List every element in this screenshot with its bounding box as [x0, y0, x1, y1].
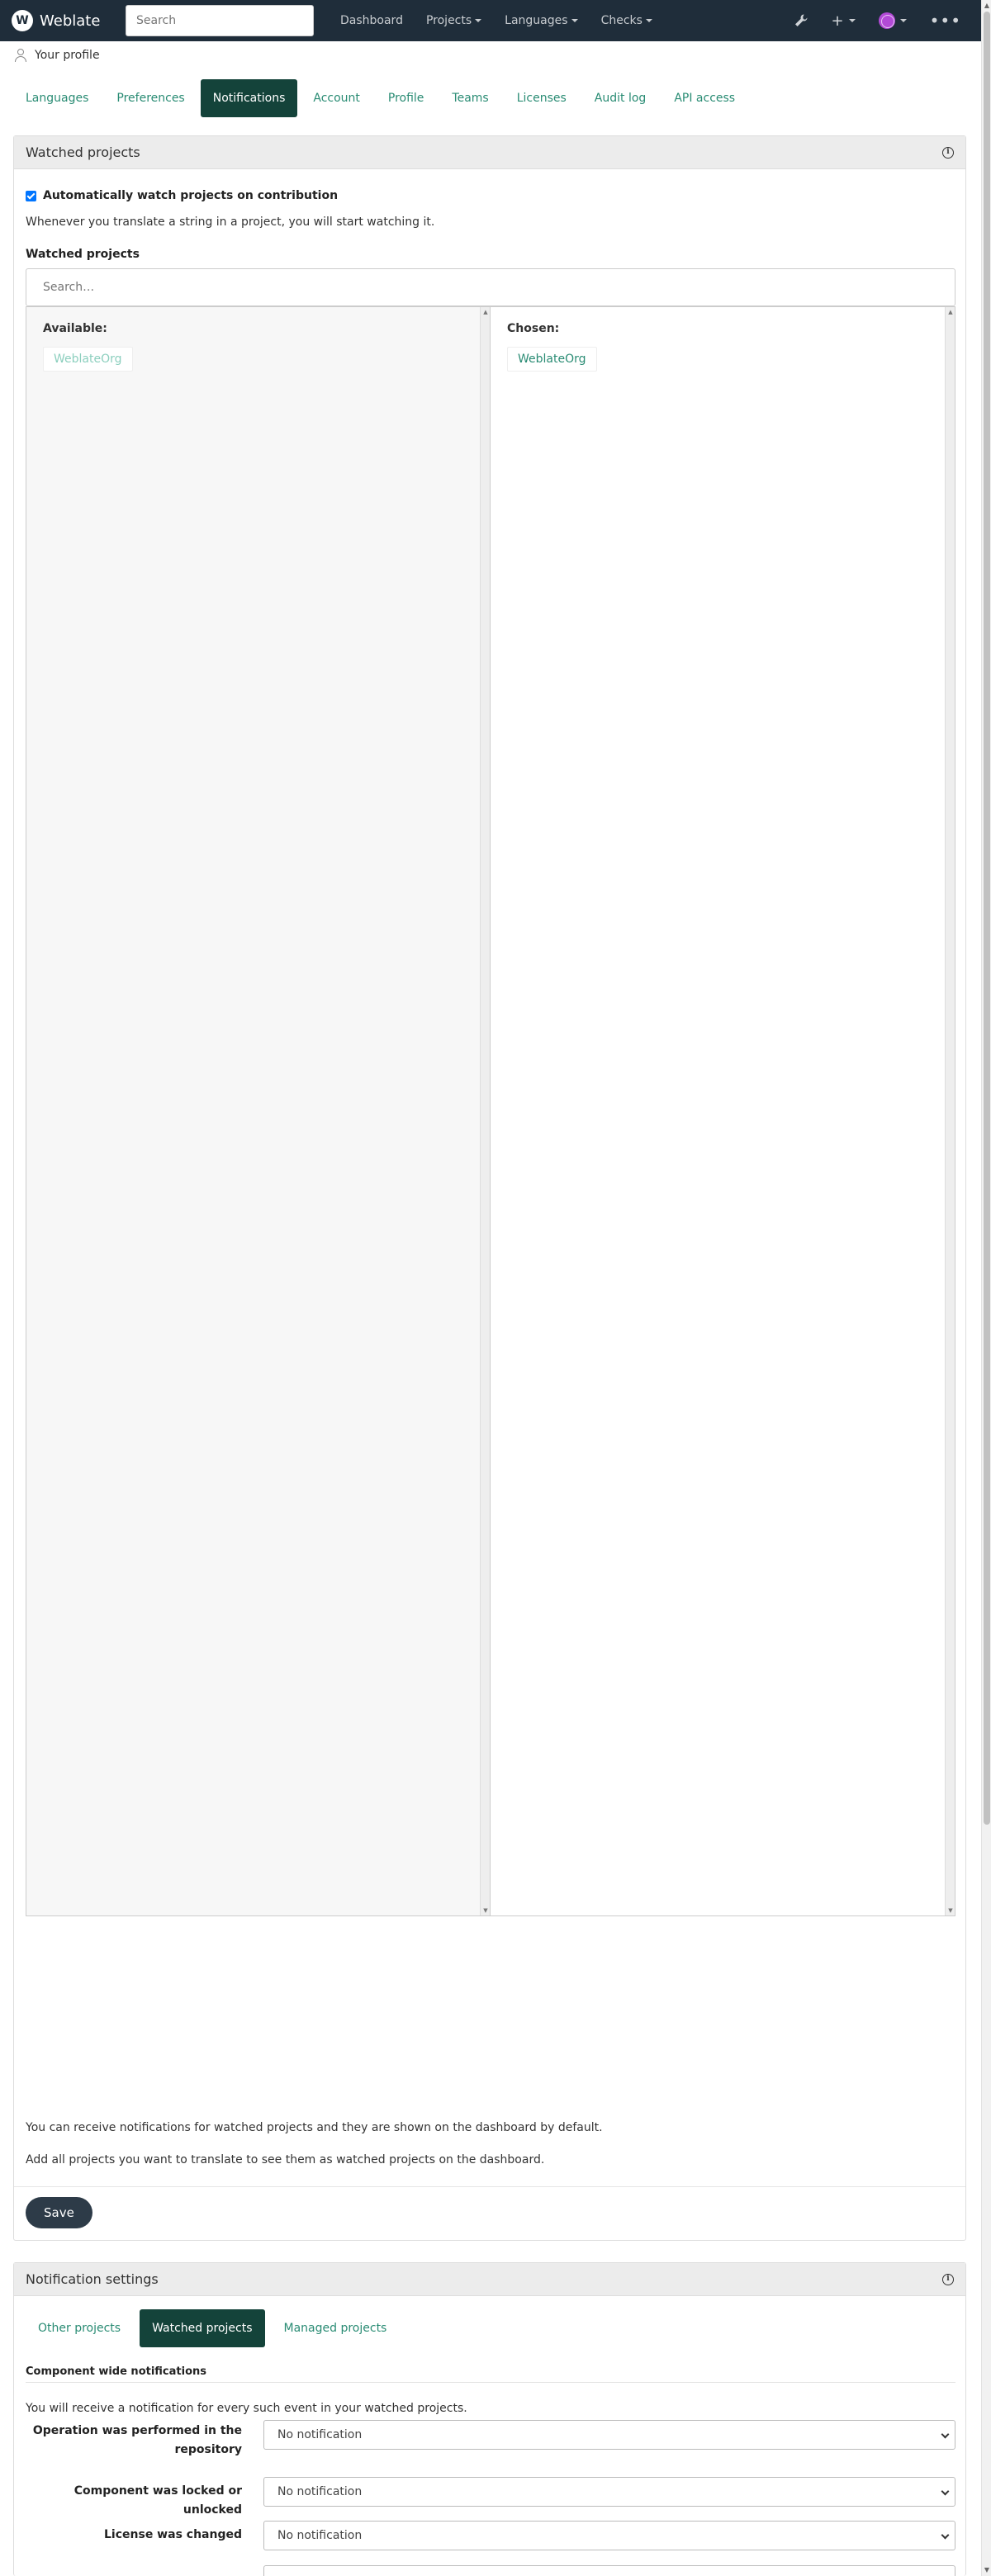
- panel-footer-divider: [14, 2186, 965, 2187]
- info-icon[interactable]: i: [942, 2274, 954, 2285]
- brand[interactable]: W Weblate: [12, 10, 119, 31]
- nav-link-checks[interactable]: Checks: [601, 14, 652, 27]
- tab-audit-log[interactable]: Audit log: [582, 79, 659, 117]
- form-label: Component was locked or unlocked: [73, 2484, 242, 2517]
- page-scrollbar[interactable]: ▲ ▼: [981, 0, 991, 2576]
- section-title: Component wide notifications: [26, 2365, 207, 2378]
- notification-scope-tabs: Other projects Watched projects Managed …: [26, 2309, 405, 2347]
- select-value: No notification: [277, 2428, 363, 2441]
- watched-help-2: Add all projects you want to translate t…: [26, 2153, 545, 2166]
- notification-settings-panel: Notification settings i Other projects W…: [13, 2262, 966, 2576]
- globe-avatar-icon: [878, 12, 895, 29]
- top-navbar: W Weblate Dashboard Projects Languages C…: [0, 0, 981, 41]
- nav-search-field[interactable]: [126, 5, 314, 36]
- available-list[interactable]: Available: WeblateOrg ▲ ▼: [26, 307, 491, 1915]
- dual-list-selector: Available: WeblateOrg ▲ ▼ Chosen: Weblat…: [26, 306, 955, 1916]
- caret-down-icon: [848, 19, 856, 22]
- nav-search-input[interactable]: [136, 14, 303, 27]
- nav-link-label: Dashboard: [340, 14, 403, 27]
- nav-link-languages[interactable]: Languages: [505, 14, 578, 27]
- nav-link-label: Languages: [505, 14, 568, 27]
- nav-link-projects[interactable]: Projects: [425, 14, 482, 27]
- scrollbar-thumb[interactable]: [984, 12, 990, 1825]
- tab-licenses[interactable]: Licenses: [505, 79, 579, 117]
- caret-down-icon: [645, 19, 652, 22]
- project-search-input[interactable]: [43, 281, 938, 294]
- chosen-list[interactable]: Chosen: WeblateOrg ▲ ▼: [491, 307, 955, 1915]
- auto-watch-checkbox[interactable]: [26, 190, 36, 201]
- nav-right: + •••: [782, 0, 981, 41]
- tab-preferences[interactable]: Preferences: [104, 79, 197, 117]
- info-icon[interactable]: i: [942, 147, 954, 159]
- save-button[interactable]: Save: [26, 2197, 92, 2228]
- tab-watched-projects[interactable]: Watched projects: [140, 2309, 265, 2347]
- section-divider: [26, 2382, 955, 2383]
- panel-heading: Notification settings i: [14, 2263, 965, 2296]
- panel-title: Watched projects: [26, 144, 140, 160]
- caret-down-icon: [899, 19, 907, 22]
- tab-teams[interactable]: Teams: [439, 79, 500, 117]
- panel-title: Notification settings: [26, 2271, 159, 2287]
- chosen-label: Chosen:: [507, 322, 560, 335]
- breadcrumb: Your profile: [13, 48, 100, 63]
- more-options-icon[interactable]: •••: [930, 11, 961, 31]
- tab-notifications[interactable]: Notifications: [200, 79, 298, 117]
- tab-account[interactable]: Account: [301, 79, 372, 117]
- tab-profile[interactable]: Profile: [376, 79, 437, 117]
- nav-links: Dashboard Projects Languages Checks: [329, 14, 664, 27]
- watched-projects-panel: Watched projects i Automatically watch p…: [13, 135, 966, 2241]
- scroll-up-arrow-icon[interactable]: ▲: [982, 1, 991, 11]
- tab-languages[interactable]: Languages: [13, 79, 101, 117]
- select-value: No notification: [277, 2529, 363, 2542]
- tab-managed-projects[interactable]: Managed projects: [272, 2309, 400, 2347]
- nav-link-dashboard[interactable]: Dashboard: [340, 14, 403, 27]
- available-label: Available:: [43, 322, 107, 335]
- notification-select[interactable]: [263, 2565, 955, 2576]
- chosen-item[interactable]: WeblateOrg: [507, 347, 597, 372]
- project-search-field[interactable]: [26, 268, 955, 306]
- nav-link-label: Checks: [600, 14, 642, 27]
- auto-watch-row: Automatically watch projects on contribu…: [26, 189, 338, 202]
- wrench-icon[interactable]: [794, 13, 808, 28]
- scroll-down-arrow-icon[interactable]: ▼: [481, 1907, 491, 1914]
- form-label: Operation was performed in the repositor…: [32, 2424, 242, 2456]
- notification-select[interactable]: No notification: [263, 2521, 955, 2550]
- watched-help-1: You can receive notifications for watche…: [26, 2121, 603, 2134]
- chevron-down-icon: [941, 2531, 950, 2540]
- nav-link-label: Projects: [425, 14, 472, 27]
- profile-tabs: Languages Preferences Notifications Acco…: [13, 79, 751, 117]
- section-help: You will receive a notification for ever…: [26, 2402, 467, 2415]
- breadcrumb-label[interactable]: Your profile: [35, 49, 100, 62]
- caret-down-icon: [475, 19, 482, 22]
- auto-watch-label[interactable]: Automatically watch projects on contribu…: [43, 189, 338, 202]
- add-menu-icon[interactable]: +: [832, 12, 856, 30]
- auto-watch-help: Whenever you translate a string in a pro…: [26, 215, 435, 229]
- watched-projects-label: Watched projects: [26, 248, 140, 261]
- chevron-down-icon: [941, 2430, 950, 2439]
- chosen-list-scrollbar[interactable]: ▲ ▼: [945, 307, 955, 1915]
- available-item[interactable]: WeblateOrg: [43, 347, 133, 372]
- scroll-down-arrow-icon[interactable]: ▼: [982, 2565, 991, 2575]
- notification-select[interactable]: No notification: [263, 2420, 955, 2450]
- caret-down-icon: [571, 19, 578, 22]
- scroll-down-arrow-icon[interactable]: ▼: [946, 1907, 955, 1914]
- select-value: No notification: [277, 2485, 363, 2498]
- form-label: License was changed: [104, 2528, 242, 2541]
- panel-heading: Watched projects i: [14, 136, 965, 169]
- tab-api-access[interactable]: API access: [661, 79, 747, 117]
- chevron-down-icon: [941, 2487, 950, 2496]
- notification-select[interactable]: No notification: [263, 2477, 955, 2507]
- scroll-up-arrow-icon[interactable]: ▲: [946, 309, 955, 315]
- user-icon: [13, 48, 28, 63]
- user-avatar[interactable]: [878, 12, 907, 29]
- tab-other-projects[interactable]: Other projects: [26, 2309, 133, 2347]
- weblate-logo-icon: W: [12, 10, 33, 31]
- available-list-scrollbar[interactable]: ▲ ▼: [480, 307, 490, 1915]
- brand-name: Weblate: [40, 12, 101, 30]
- scroll-up-arrow-icon[interactable]: ▲: [481, 309, 491, 315]
